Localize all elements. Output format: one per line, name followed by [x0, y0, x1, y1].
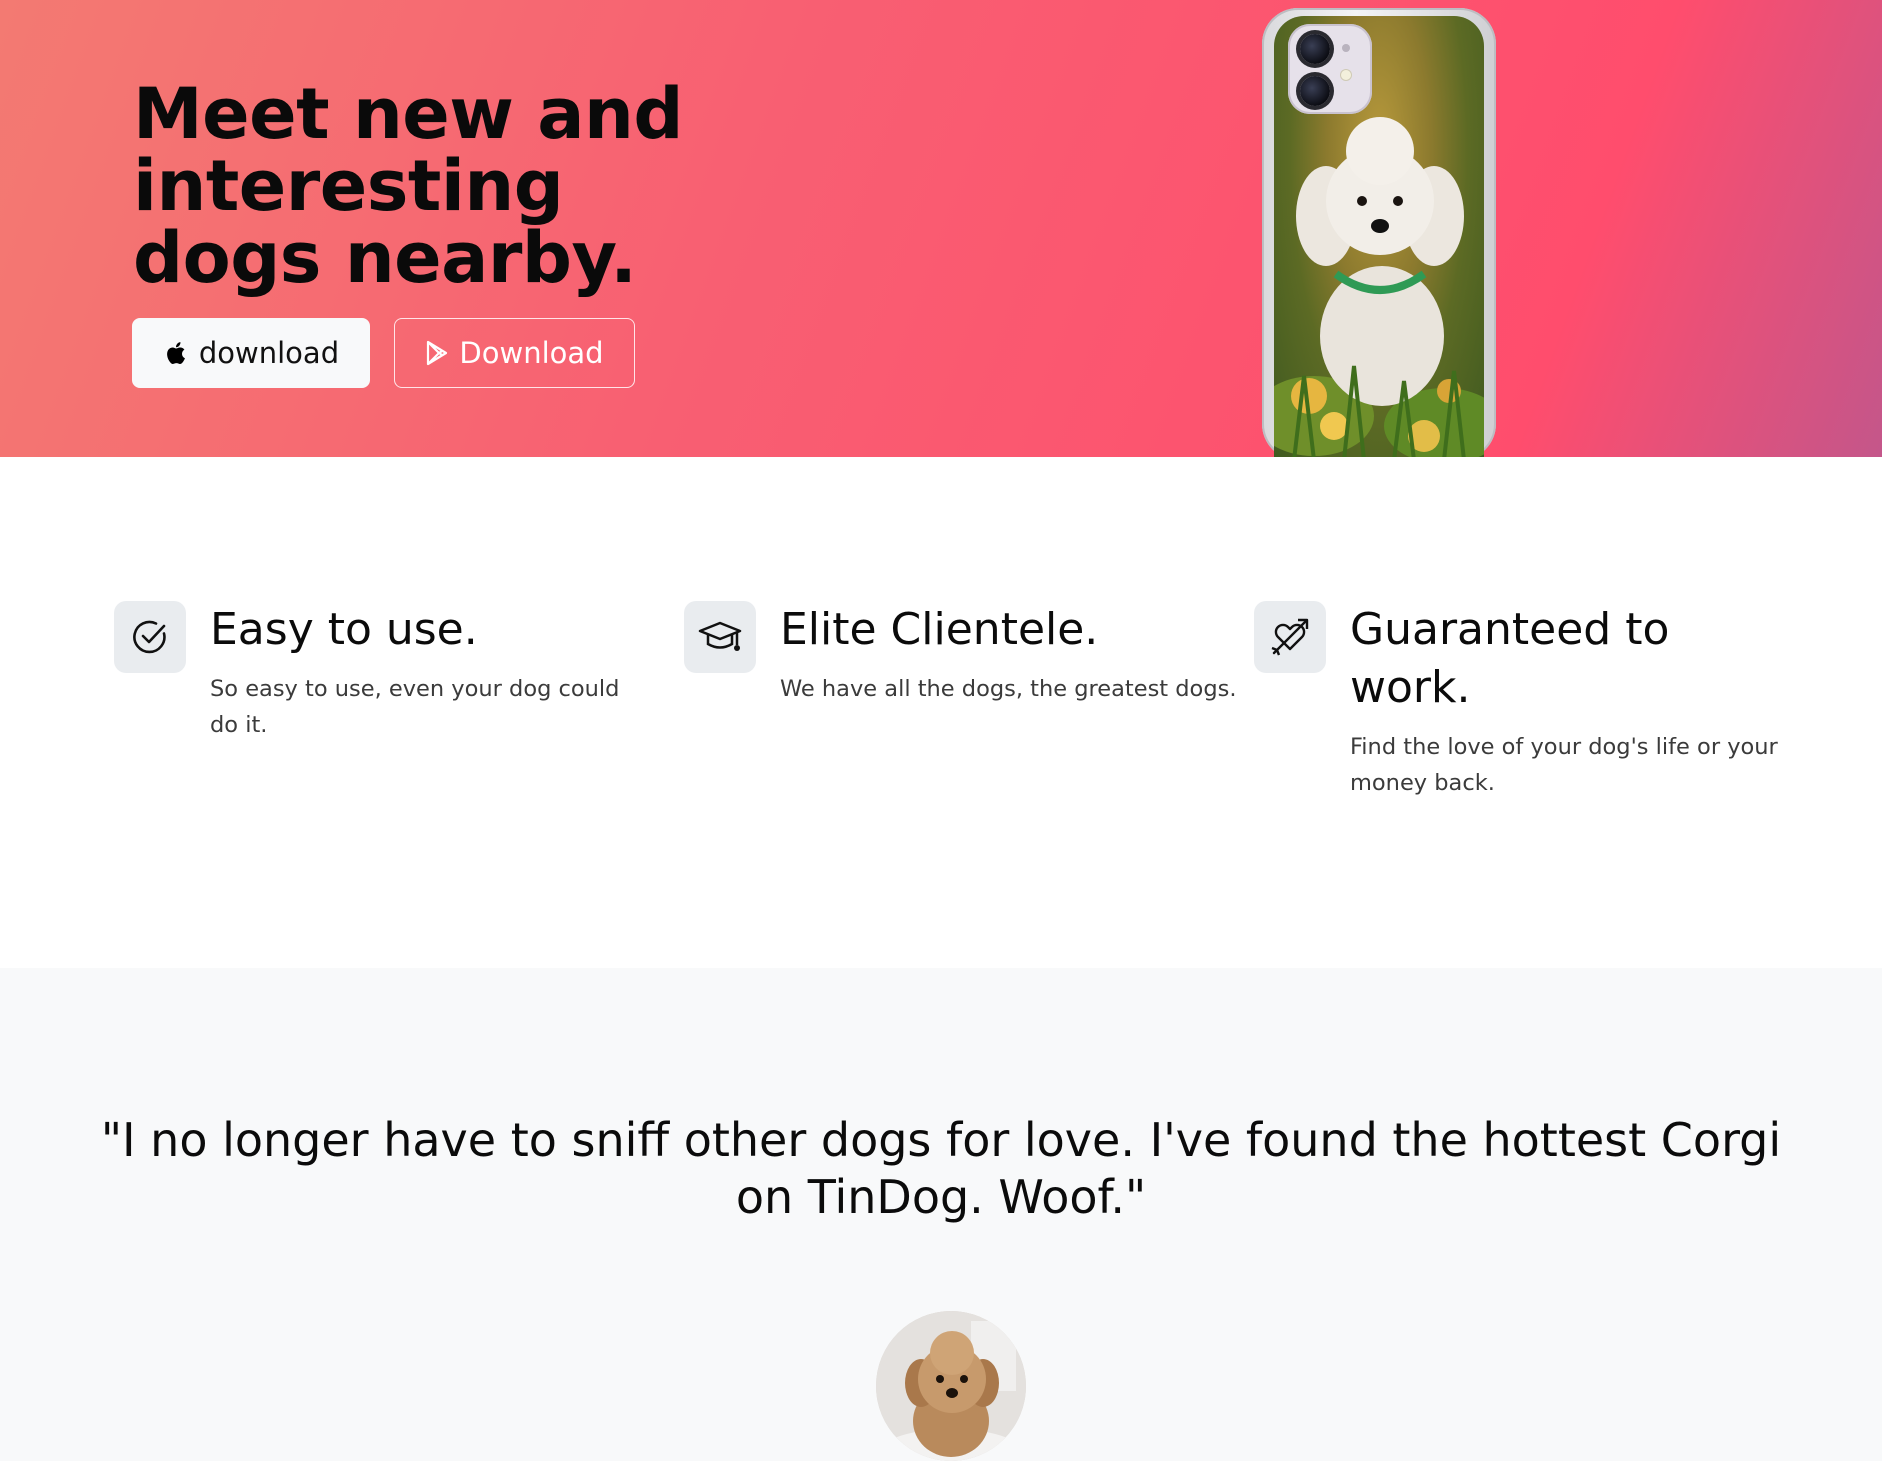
phone-camera-module	[1288, 24, 1372, 114]
microphone-dot-icon	[1342, 44, 1350, 52]
google-play-download-label: Download	[459, 336, 604, 370]
camera-lens-icon	[1300, 34, 1330, 64]
mortarboard-icon	[684, 601, 756, 673]
feature-title: Elite Clientele.	[780, 604, 1099, 655]
google-play-icon	[427, 340, 448, 366]
puppy-photo	[876, 1311, 1026, 1461]
google-play-download-button[interactable]: Download	[394, 318, 635, 388]
apple-download-button[interactable]: download	[132, 318, 370, 388]
dog-photo	[1274, 16, 1484, 457]
phone-mockup-image	[1262, 8, 1496, 457]
apple-icon	[166, 342, 185, 364]
feature-title: Easy to use.	[210, 604, 478, 655]
check-circle-icon	[114, 601, 186, 673]
apple-download-label: download	[198, 336, 340, 370]
feature-title: Guaranteed to work.	[1350, 604, 1670, 713]
feature-text: We have all the dogs, the greatest dogs.	[780, 676, 1237, 702]
heart-arrow-icon	[1254, 601, 1326, 673]
avatar	[876, 1311, 1026, 1461]
hero-section: Meet new and interesting dogs nearby. do…	[0, 0, 1882, 457]
camera-lens-icon	[1300, 76, 1330, 106]
flash-icon	[1341, 70, 1351, 80]
features-section: Easy to use. So easy to use, even your d…	[0, 457, 1882, 968]
testimonial-section: "I no longer have to sniff other dogs fo…	[0, 968, 1882, 1461]
testimonial-quote: "I no longer have to sniff other dogs fo…	[100, 1113, 1782, 1224]
feature-text: So easy to use, even your dog could do i…	[210, 676, 620, 738]
feature-text: Find the love of your dog's life or your…	[1350, 734, 1778, 796]
hero-title: Meet new and interesting dogs nearby.	[133, 73, 683, 299]
